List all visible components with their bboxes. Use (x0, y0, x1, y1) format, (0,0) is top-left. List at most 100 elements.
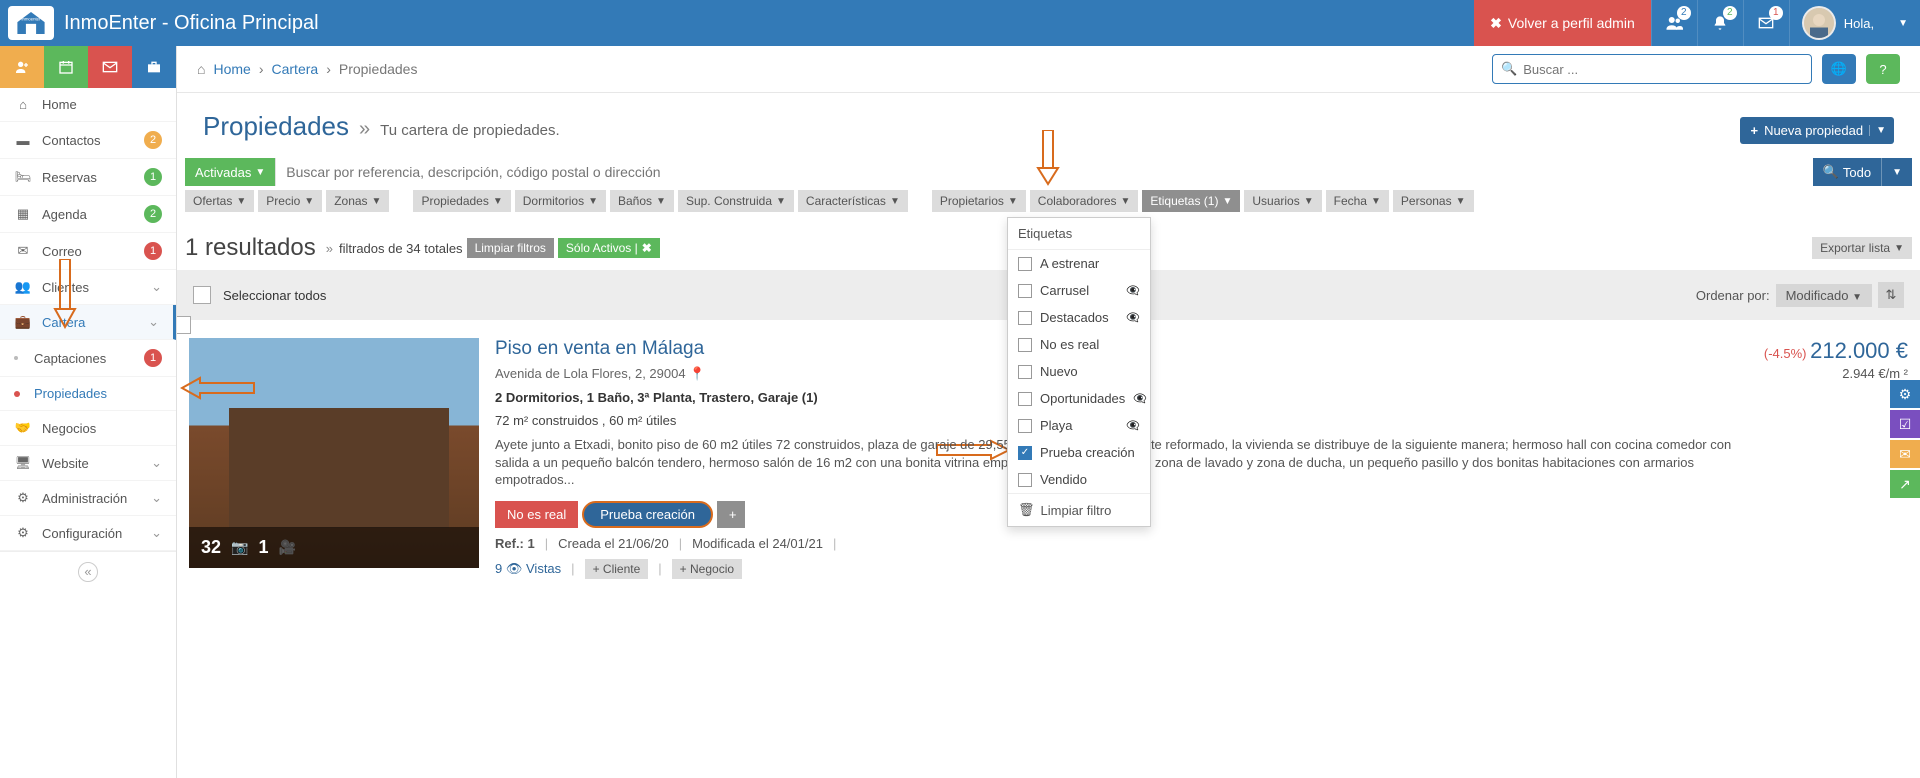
mail-badge: 1 (1769, 6, 1783, 20)
calendar-check-icon: ☑ (1899, 416, 1912, 433)
quick-briefcase-button[interactable] (132, 46, 176, 88)
filter-todo[interactable]: 🔍Todo (1813, 158, 1881, 186)
sidebar-item-website[interactable]: 🖥Website⌄ (0, 446, 176, 481)
export-list-button[interactable]: Exportar lista▼ (1812, 237, 1912, 259)
global-search[interactable]: 🔍 (1492, 54, 1812, 84)
property-price: 212.000 € (1810, 338, 1908, 363)
back-to-admin-button[interactable]: ✖ Volver a perfil admin (1474, 0, 1651, 46)
add-cliente-button[interactable]: + Cliente (585, 559, 649, 579)
filter-propiedades[interactable]: Propiedades▼ (413, 190, 510, 212)
tag-prueba-creacion[interactable]: Prueba creación (582, 501, 713, 528)
filter-zonas[interactable]: Zonas▼ (326, 190, 389, 212)
checkbox-icon (1018, 338, 1032, 352)
add-tag-button[interactable]: + (717, 501, 745, 528)
app-logo[interactable]: inmoenter (8, 6, 54, 40)
users-icon-button[interactable]: 2 (1651, 0, 1697, 46)
etiqueta-label: Carrusel (1040, 283, 1089, 298)
filter-activadas[interactable]: Activadas▼ (185, 158, 275, 186)
filter-dormitorios[interactable]: Dormitorios▼ (515, 190, 606, 212)
sitemap-icon: ⚙ (14, 490, 32, 506)
sort-area: Ordenar por: Modificado ▼ ⇅ (1696, 282, 1904, 308)
briefcase-icon: 💼 (14, 314, 32, 330)
etiqueta-option[interactable]: Nuevo (1008, 358, 1150, 385)
sidebar-item-administracion[interactable]: ⚙Administración⌄ (0, 481, 176, 516)
sidebar-item-captaciones[interactable]: Captaciones1 (0, 340, 176, 377)
sidebar-item-configuracion[interactable]: ⚙Configuración⌄ (0, 516, 176, 551)
sidebar-item-clientes[interactable]: 👥Clientes⌄ (0, 270, 176, 305)
tag-no-es-real[interactable]: No es real (495, 501, 578, 528)
filter-colaboradores[interactable]: Colaboradores▼ (1030, 190, 1139, 212)
breadcrumb-cartera[interactable]: Cartera (272, 61, 319, 77)
top-nav: inmoenter InmoEnter - Oficina Principal … (0, 0, 1920, 46)
quick-add-user-button[interactable] (0, 46, 44, 88)
help-button[interactable]: ? (1866, 54, 1900, 84)
sidebar-item-contactos[interactable]: ▬Contactos2 (0, 122, 176, 159)
sidebar-item-negocios[interactable]: 🤝Negocios (0, 411, 176, 446)
filter-precio[interactable]: Precio▼ (258, 190, 322, 212)
envelope-icon: ✉ (14, 243, 32, 259)
new-property-button[interactable]: + Nueva propiedad ▼ (1740, 117, 1894, 144)
dot-icon (14, 356, 18, 360)
filter-ofertas[interactable]: Ofertas▼ (185, 190, 254, 212)
globe-button[interactable]: 🌐 (1822, 54, 1856, 84)
chat-icon: ▬ (14, 133, 32, 148)
video-count: 1 (258, 537, 268, 558)
sidebar-item-reservas[interactable]: 🛏Reservas1 (0, 159, 176, 196)
etiqueta-option[interactable]: A estrenar (1008, 250, 1150, 277)
etiqueta-option[interactable]: Playa👁‍🗨 (1008, 412, 1150, 439)
user-greeting: Hola, (1844, 16, 1874, 31)
filter-banos[interactable]: Baños▼ (610, 190, 674, 212)
sidebar-item-agenda[interactable]: ▦Agenda2 (0, 196, 176, 233)
sidebar-item-propiedades[interactable]: Propiedades (0, 377, 176, 411)
chevron-down-icon: ⌄ (148, 314, 159, 330)
filter-usuarios[interactable]: Usuarios▼ (1244, 190, 1321, 212)
search-input[interactable] (1523, 62, 1803, 77)
etiqueta-option[interactable]: Destacados👁‍🗨 (1008, 304, 1150, 331)
breadcrumb-home[interactable]: Home (213, 61, 250, 77)
action-calendar-button[interactable]: ☑ (1890, 410, 1920, 438)
sidebar-item-home[interactable]: ⌂Home (0, 88, 176, 122)
sidebar-collapse-button[interactable]: « (0, 551, 176, 592)
filter-fecha[interactable]: Fecha▼ (1326, 190, 1389, 212)
etiqueta-option[interactable]: ✓Prueba creación (1008, 439, 1150, 466)
sort-icon: ⇅ (1886, 287, 1897, 303)
checkbox-icon: ✓ (1018, 446, 1032, 460)
mail-icon-button[interactable]: 1 (1743, 0, 1789, 46)
sidebar-item-correo[interactable]: ✉Correo1 (0, 233, 176, 270)
etiqueta-option[interactable]: Oportunidades👁‍🗨 (1008, 385, 1150, 412)
filter-etiquetas[interactable]: Etiquetas (1)▼ (1142, 190, 1240, 212)
sort-direction-button[interactable]: ⇅ (1878, 282, 1904, 308)
views-link[interactable]: 9 👁 Vistas (495, 561, 561, 577)
results-filtered: filtrados de 34 totales (339, 241, 463, 256)
users-icon: 👥 (14, 279, 32, 295)
add-negocio-button[interactable]: + Negocio (672, 559, 742, 579)
user-menu[interactable]: Hola, ▼ (1789, 0, 1920, 46)
property-checkbox[interactable] (177, 316, 191, 334)
select-all-checkbox[interactable] (193, 286, 211, 304)
action-settings-button[interactable]: ⚙ (1890, 380, 1920, 408)
filter-propietarios[interactable]: Propietarios▼ (932, 190, 1026, 212)
photo-count: 32 (201, 537, 221, 558)
solo-activos-chip[interactable]: Sólo Activos |✖ (558, 238, 660, 258)
etiqueta-option[interactable]: No es real (1008, 331, 1150, 358)
etiqueta-option[interactable]: Carrusel👁‍🗨 (1008, 277, 1150, 304)
filter-row-2: Ofertas▼ Precio▼ Zonas▼ Propiedades▼ Dor… (185, 190, 1912, 212)
sort-field-button[interactable]: Modificado ▼ (1776, 284, 1872, 307)
bell-icon-button[interactable]: 2 (1697, 0, 1743, 46)
clear-filters-button[interactable]: Limpiar filtros (467, 238, 554, 258)
filter-todo-dropdown[interactable]: ▼ (1881, 158, 1912, 186)
quick-calendar-button[interactable] (44, 46, 88, 88)
etiqueta-option[interactable]: Vendido (1008, 466, 1150, 493)
thumbnail-overlay: 32📷 1🎥 (189, 527, 479, 568)
etiquetas-clear-button[interactable]: 🗑Limpiar filtro (1008, 493, 1150, 526)
action-mail-button[interactable]: ✉ (1890, 440, 1920, 468)
property-thumbnail[interactable]: 32📷 1🎥 (189, 338, 479, 568)
action-share-button[interactable]: ↗ (1890, 470, 1920, 498)
quick-mail-button[interactable] (88, 46, 132, 88)
annotation-arrow-down (50, 259, 80, 329)
filter-caracteristicas[interactable]: Características▼ (798, 190, 908, 212)
etiqueta-label: Nuevo (1040, 364, 1078, 379)
filter-sup-construida[interactable]: Sup. Construida▼ (678, 190, 794, 212)
filter-personas[interactable]: Personas▼ (1393, 190, 1474, 212)
sidebar-item-cartera[interactable]: 💼Cartera⌄ (0, 305, 176, 340)
